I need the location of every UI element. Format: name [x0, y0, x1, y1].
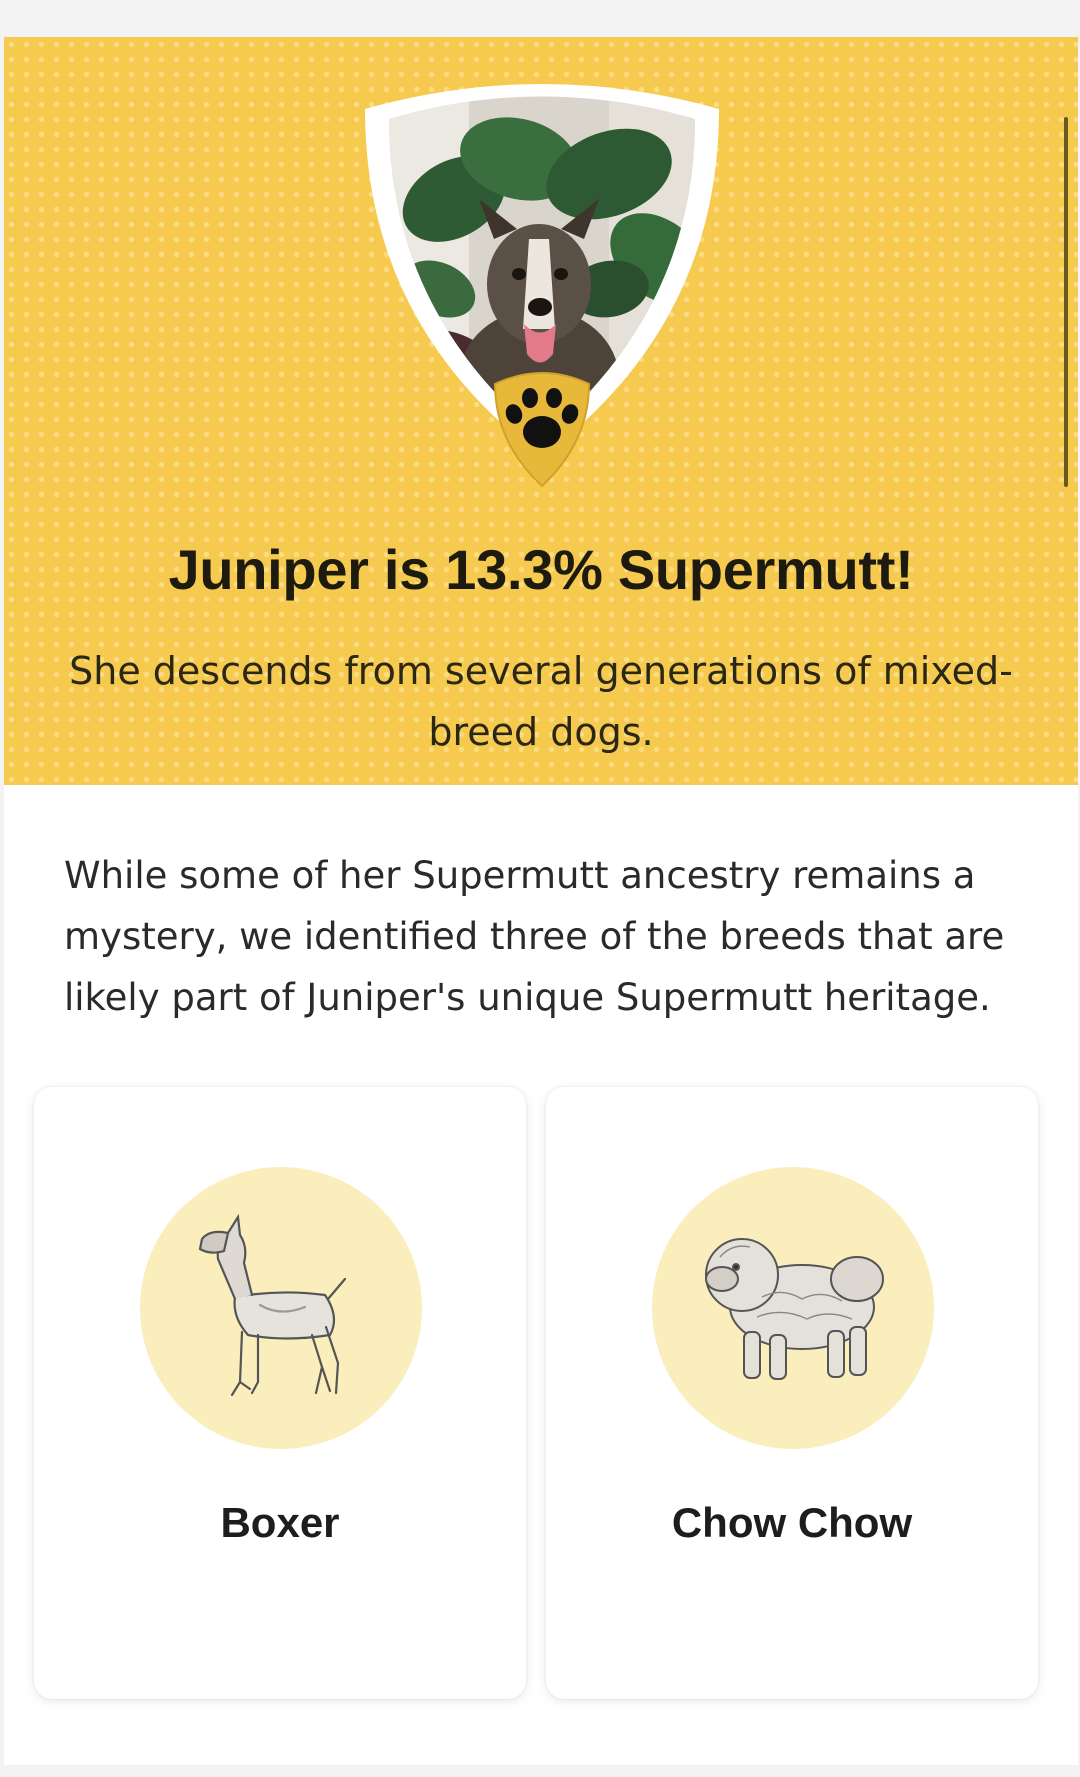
- breed-name: Chow Chow: [671, 1499, 913, 1546]
- breed-card-chow-chow[interactable]: Chow Chow: [546, 1087, 1038, 1699]
- supermutt-results-screen: Juniper is 13.3% Supermutt! She descends…: [0, 0, 1080, 1777]
- paw-badge: [493, 372, 591, 488]
- breed-name: Boxer: [220, 1499, 340, 1546]
- supermutt-subtitle: She descends from several generations of…: [69, 649, 1013, 754]
- ancestry-intro-text: While some of her Supermutt ancestry rem…: [64, 854, 1005, 1019]
- boxer-illustration: [140, 1167, 422, 1449]
- chow-chow-illustration: [652, 1167, 934, 1449]
- breed-ancestry-section: While some of her Supermutt ancestry rem…: [4, 785, 1078, 1765]
- breed-card-boxer[interactable]: Boxer: [34, 1087, 526, 1699]
- supermutt-percentage-title: Juniper is 13.3% Supermutt!: [168, 538, 914, 601]
- supermutt-hero-banner: Juniper is 13.3% Supermutt! She descends…: [4, 37, 1078, 785]
- scroll-indicator[interactable]: [1064, 117, 1068, 487]
